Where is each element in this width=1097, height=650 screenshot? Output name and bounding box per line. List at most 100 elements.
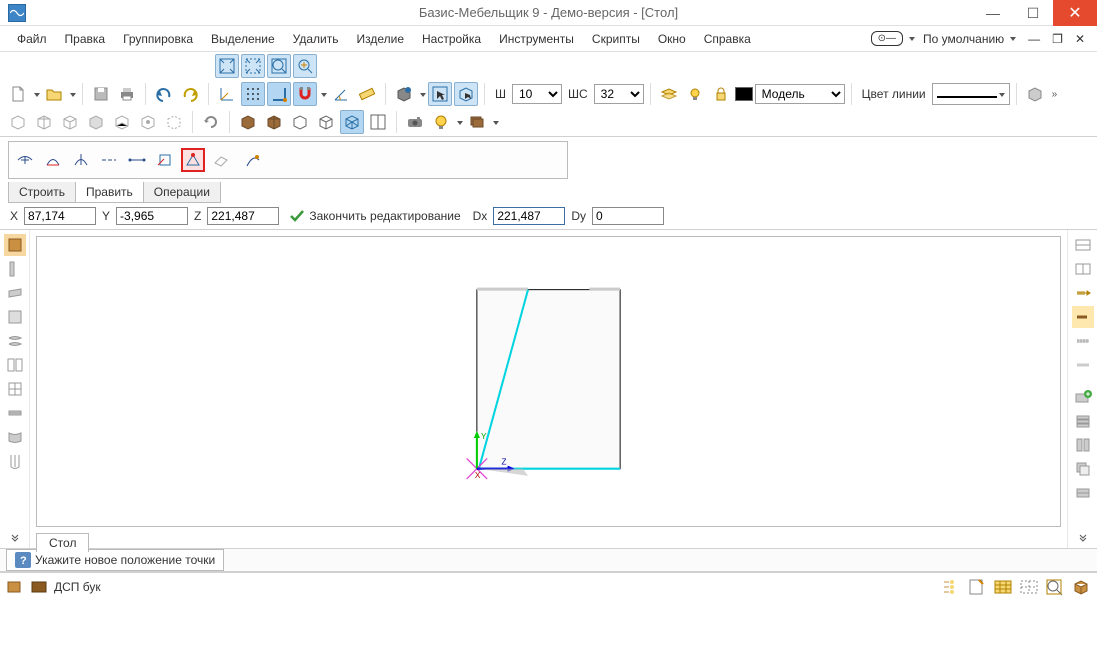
- mode-select-dropdown[interactable]: [1008, 32, 1016, 46]
- zoom-extents-icon[interactable]: [241, 54, 265, 78]
- finish-edit-button[interactable]: Закончить редактирование: [283, 208, 466, 224]
- grid-snap-icon[interactable]: [241, 82, 265, 106]
- status-notes-icon[interactable]: [967, 578, 987, 596]
- bulb-big-icon[interactable]: [429, 110, 453, 134]
- menu-window[interactable]: Окно: [649, 29, 695, 49]
- mode-select[interactable]: По умолчанию: [923, 32, 1004, 46]
- model-tool-dropdown[interactable]: [418, 87, 426, 101]
- op-plane-icon[interactable]: [209, 148, 233, 172]
- model-select[interactable]: Модель: [755, 84, 845, 104]
- zoom-realtime-icon[interactable]: [293, 54, 317, 78]
- angle-snap-icon[interactable]: [329, 82, 353, 106]
- right-detail-icon[interactable]: [1072, 482, 1094, 504]
- op-arc2-icon[interactable]: [41, 148, 65, 172]
- y-input[interactable]: [116, 207, 188, 225]
- dx-input[interactable]: [493, 207, 565, 225]
- key-toggle-button[interactable]: ⊙—: [871, 31, 903, 46]
- left-panel3-icon[interactable]: [4, 282, 26, 304]
- lock-icon[interactable]: [709, 82, 733, 106]
- new-file-icon[interactable]: [6, 82, 30, 106]
- mdi-restore-icon[interactable]: ❐: [1048, 32, 1067, 46]
- view-iso5-icon[interactable]: [110, 110, 134, 134]
- bulb-dropdown[interactable]: [455, 115, 463, 129]
- mdi-minimize-icon[interactable]: —: [1024, 32, 1044, 46]
- close-button[interactable]: ✕: [1053, 0, 1097, 26]
- left-panel6-icon[interactable]: [4, 354, 26, 376]
- left-panel7-icon[interactable]: [4, 378, 26, 400]
- material1-icon[interactable]: [6, 578, 24, 596]
- z-input[interactable]: [207, 207, 279, 225]
- right-stack2-icon[interactable]: [1072, 434, 1094, 456]
- left-panel-icon[interactable]: [4, 234, 26, 256]
- bulb-small-icon[interactable]: [683, 82, 707, 106]
- camera-icon[interactable]: [403, 110, 427, 134]
- select-cursor-icon[interactable]: [428, 82, 452, 106]
- undo-icon[interactable]: [152, 82, 176, 106]
- model-tool-icon[interactable]: [392, 82, 416, 106]
- right-panel1-icon[interactable]: [1072, 234, 1094, 256]
- open-file-icon[interactable]: [42, 82, 66, 106]
- box-grey-icon[interactable]: [1023, 82, 1047, 106]
- view-iso6-icon[interactable]: [136, 110, 160, 134]
- menu-file[interactable]: Файл: [8, 29, 56, 49]
- right-add-green-icon[interactable]: [1072, 386, 1094, 408]
- left-panel10-icon[interactable]: [4, 450, 26, 472]
- menu-tools[interactable]: Инструменты: [490, 29, 583, 49]
- view-iso3-icon[interactable]: [58, 110, 82, 134]
- toolbar-overflow[interactable]: »: [1049, 89, 1059, 100]
- right-screw4-icon[interactable]: [1072, 354, 1094, 376]
- menu-edit[interactable]: Правка: [56, 29, 115, 49]
- magnet-dropdown[interactable]: [319, 87, 327, 101]
- menu-scripts[interactable]: Скрипты: [583, 29, 649, 49]
- maximize-button[interactable]: ☐: [1013, 0, 1053, 26]
- select-box-icon[interactable]: [454, 82, 478, 106]
- right-stack1-icon[interactable]: [1072, 410, 1094, 432]
- op-arc1-icon[interactable]: [13, 148, 37, 172]
- wire2-icon[interactable]: [314, 110, 338, 134]
- right-expand-icon[interactable]: [1072, 526, 1094, 548]
- view-iso4-icon[interactable]: [84, 110, 108, 134]
- zoom-fit-icon[interactable]: [215, 54, 239, 78]
- view-iso7-icon[interactable]: [162, 110, 186, 134]
- redo-icon[interactable]: [178, 82, 202, 106]
- shs-select[interactable]: 32: [594, 84, 644, 104]
- key-toggle-dropdown[interactable]: [907, 32, 915, 46]
- op-project-icon[interactable]: [153, 148, 177, 172]
- status-grid2-icon[interactable]: [1019, 578, 1039, 596]
- line-style-select[interactable]: [932, 83, 1010, 105]
- rotate-icon[interactable]: [199, 110, 223, 134]
- open-dropdown[interactable]: [68, 87, 76, 101]
- wire3-icon[interactable]: [340, 110, 364, 134]
- right-screw3-icon[interactable]: [1072, 330, 1094, 352]
- right-screw2-icon[interactable]: [1072, 306, 1094, 328]
- menu-product[interactable]: Изделие: [347, 29, 413, 49]
- solid-brown-icon[interactable]: [236, 110, 260, 134]
- zoom-window-icon[interactable]: [267, 54, 291, 78]
- status-grid1-icon[interactable]: [993, 578, 1013, 596]
- document-tab-stol[interactable]: Стол: [36, 533, 89, 552]
- dy-input[interactable]: [592, 207, 664, 225]
- menu-settings[interactable]: Настройка: [413, 29, 490, 49]
- stack-brown-icon[interactable]: [465, 110, 489, 134]
- tab-build[interactable]: Строить: [8, 182, 76, 203]
- menu-select[interactable]: Выделение: [202, 29, 284, 49]
- solid-brown2-icon[interactable]: [262, 110, 286, 134]
- color-swatch[interactable]: [735, 87, 753, 101]
- stack-dropdown[interactable]: [491, 115, 499, 129]
- magnet-snap-icon[interactable]: [293, 82, 317, 106]
- tab-operations[interactable]: Операции: [143, 182, 221, 203]
- ortho-snap-icon[interactable]: [267, 82, 291, 106]
- left-panel9-icon[interactable]: [4, 426, 26, 448]
- status-tree-icon[interactable]: [941, 578, 961, 596]
- op-dash-icon[interactable]: [97, 148, 121, 172]
- layers-icon[interactable]: [657, 82, 681, 106]
- op-arc3-icon[interactable]: [69, 148, 93, 172]
- left-panel4-icon[interactable]: [4, 306, 26, 328]
- save-icon[interactable]: [89, 82, 113, 106]
- material2-icon[interactable]: [30, 578, 48, 596]
- left-panel5-icon[interactable]: [4, 330, 26, 352]
- op-edit-point-icon[interactable]: [181, 148, 205, 172]
- menu-help[interactable]: Справка: [695, 29, 760, 49]
- view-iso2-icon[interactable]: [32, 110, 56, 134]
- menu-delete[interactable]: Удалить: [284, 29, 348, 49]
